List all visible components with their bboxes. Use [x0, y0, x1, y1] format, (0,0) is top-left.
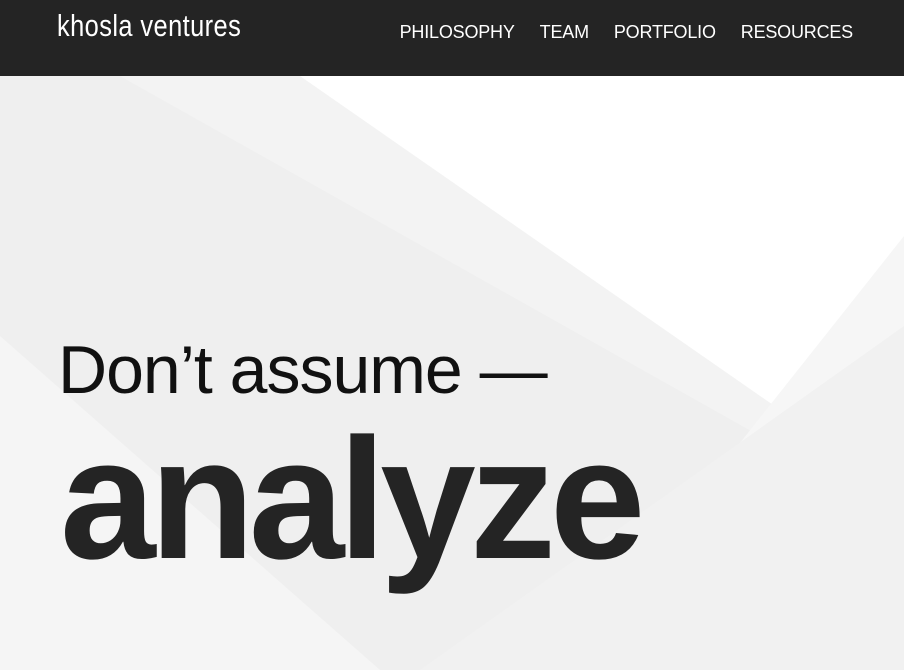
- nav-link-team[interactable]: TEAM: [540, 22, 589, 42]
- nav-item-philosophy: PHILOSOPHY: [400, 22, 515, 43]
- nav-link-resources[interactable]: RESOURCES: [741, 22, 853, 42]
- nav-item-resources: RESOURCES: [741, 22, 853, 43]
- main-nav: PHILOSOPHY TEAM PORTFOLIO RESOURCES: [400, 22, 854, 43]
- nav-link-philosophy[interactable]: PHILOSOPHY: [400, 22, 515, 42]
- logo-link[interactable]: khosla ventures: [57, 8, 241, 44]
- nav-item-portfolio: PORTFOLIO: [614, 22, 716, 43]
- site-header: khosla ventures PHILOSOPHY TEAM PORTFOLI…: [0, 0, 904, 76]
- hero-headline-line2: analyze: [60, 403, 645, 595]
- hero-section: Don’t assume — analyze: [0, 76, 904, 670]
- hero-headline-line1: Don’t assume —: [58, 332, 548, 408]
- nav-item-team: TEAM: [540, 22, 589, 43]
- nav-link-portfolio[interactable]: PORTFOLIO: [614, 22, 716, 42]
